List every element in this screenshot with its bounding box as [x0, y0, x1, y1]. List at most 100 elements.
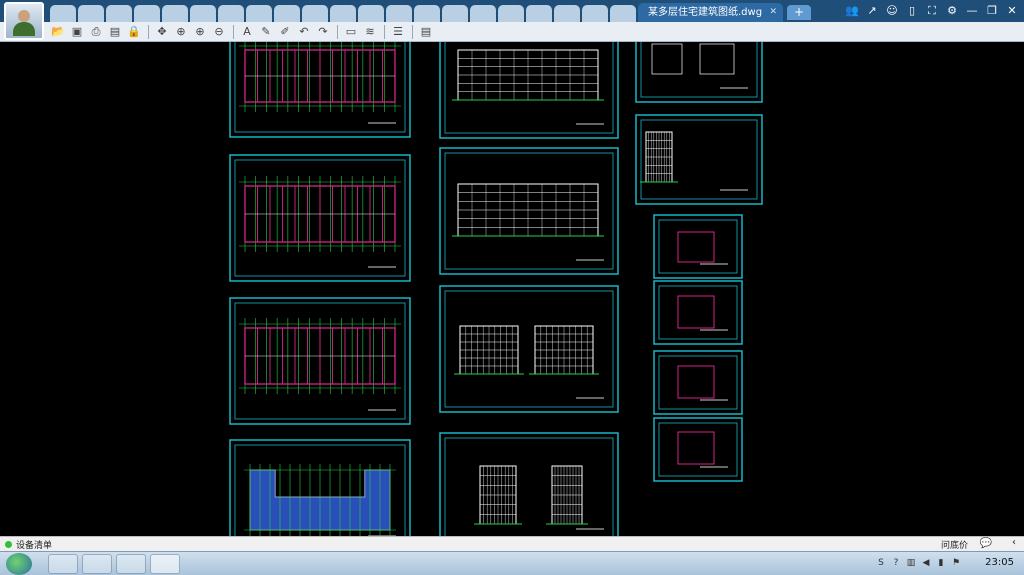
windows-taskbar: S? ▥ ◀ ▮ ⚑ 23:05: [0, 551, 1024, 575]
document-properties-icon[interactable]: ▤: [418, 24, 434, 40]
tab-inactive[interactable]: [498, 5, 524, 22]
sheet-section: [439, 432, 619, 536]
sogou-input-icon[interactable]: S: [875, 556, 887, 570]
text-icon[interactable]: A: [239, 24, 255, 40]
battery-icon[interactable]: ▮: [935, 556, 947, 570]
tab-inactive[interactable]: [134, 5, 160, 22]
sheet-elevation-3: [439, 285, 619, 413]
main-toolbar: 📂 ▣ ⎙ ▤ 🔒 ✥ ⊕ ⊕ ⊖ A ✎ ✐ ↶ ↷ ▭ ≋ ☰ ▤: [0, 22, 1024, 42]
toolbar-separator: [412, 24, 413, 39]
volume-icon[interactable]: ◀: [920, 556, 932, 570]
fullscreen-icon[interactable]: ⛶: [924, 3, 940, 19]
sheet-section-detail: [635, 114, 763, 205]
tab-inactive[interactable]: [386, 5, 412, 22]
measure-icon[interactable]: ▭: [343, 24, 359, 40]
highlighter-icon[interactable]: ✐: [277, 24, 293, 40]
print-icon[interactable]: ⎙: [88, 24, 104, 40]
zoom-in-icon[interactable]: ⊕: [192, 24, 208, 40]
stair-detail-lines: [651, 43, 683, 75]
tab-inactive[interactable]: [610, 5, 636, 22]
redo-icon[interactable]: ↷: [315, 24, 331, 40]
sheet-unit-plan-2: [653, 280, 743, 345]
tab-inactive[interactable]: [470, 5, 496, 22]
toolbar-separator: [337, 24, 338, 39]
status-text[interactable]: 设备清单: [16, 538, 52, 551]
chat-button[interactable]: 💬: [980, 538, 992, 549]
sheet-inner-frame: [640, 42, 758, 98]
toolbar-separator: [148, 24, 149, 39]
unit-plan: [677, 431, 715, 465]
settings-icon[interactable]: ⚙: [944, 3, 960, 19]
tab-bar: 某多层住宅建筑图纸.dwg ✕ + 👥 ↗ ☺ ▯ ⛶ ⚙ — ❐ ✕: [0, 0, 1024, 40]
start-button[interactable]: [6, 553, 32, 575]
window-controls: 👥 ↗ ☺ ▯ ⛶ ⚙ — ❐ ✕: [844, 3, 1020, 19]
network-icon[interactable]: ▥: [905, 556, 917, 570]
tab-inactive[interactable]: [50, 5, 76, 22]
tab-inactive[interactable]: [330, 5, 356, 22]
lock-icon[interactable]: 🔒: [126, 24, 142, 40]
tab-inactive[interactable]: [274, 5, 300, 22]
tab-inactive[interactable]: [190, 5, 216, 22]
undo-icon[interactable]: ↶: [296, 24, 312, 40]
help-icon[interactable]: ?: [890, 556, 902, 570]
taskbar-item-archive[interactable]: [116, 554, 146, 574]
mobile-icon[interactable]: ▯: [904, 3, 920, 19]
chat-icon[interactable]: ☺: [884, 3, 900, 19]
users-icon[interactable]: 👥: [844, 3, 860, 19]
action-center-icon[interactable]: ⚑: [950, 556, 962, 570]
unit-plan: [677, 231, 715, 263]
tab-inactive[interactable]: [162, 5, 188, 22]
unit-plan: [677, 295, 715, 329]
share-icon[interactable]: ↗: [864, 3, 880, 19]
tab-inactive[interactable]: [414, 5, 440, 22]
sheet-unit-plan-1: [653, 214, 743, 279]
dimension-icon[interactable]: ≋: [362, 24, 378, 40]
stair-detail-lines: [699, 43, 735, 75]
sheet-elevation-2: [439, 147, 619, 275]
close-tab-icon[interactable]: ✕: [769, 3, 777, 22]
zoom-out-icon[interactable]: ⊖: [211, 24, 227, 40]
unit-plan: [677, 365, 715, 399]
sheet-inner-frame: [658, 219, 738, 274]
taskbar-item-cad-viewer[interactable]: [150, 554, 180, 574]
user-avatar[interactable]: [4, 2, 44, 40]
tab-inactive[interactable]: [78, 5, 104, 22]
sheet-unit-plan-3: [653, 350, 743, 415]
sheet-stair-detail: [635, 42, 763, 103]
tab-inactive[interactable]: [218, 5, 244, 22]
folder-open-icon[interactable]: 📂: [50, 24, 66, 40]
price-ask-button[interactable]: 问底价: [941, 538, 968, 551]
minimize-icon[interactable]: —: [964, 3, 980, 19]
toolbar-separator: [384, 24, 385, 39]
taskbar-item-media-player[interactable]: [48, 554, 78, 574]
collapse-panel-button[interactable]: ‹: [1012, 537, 1016, 548]
drawing-sheets: [229, 42, 763, 536]
tab-inactive[interactable]: [526, 5, 552, 22]
tab-inactive[interactable]: [554, 5, 580, 22]
tab-active-drawing[interactable]: 某多层住宅建筑图纸.dwg ✕: [638, 3, 783, 22]
restore-icon[interactable]: ❐: [984, 3, 1000, 19]
tab-inactive[interactable]: [442, 5, 468, 22]
pdf-export-icon[interactable]: ▤: [107, 24, 123, 40]
inactive-tabs: [50, 3, 666, 22]
pan-icon[interactable]: ✥: [154, 24, 170, 40]
tab-inactive[interactable]: [246, 5, 272, 22]
close-icon[interactable]: ✕: [1004, 3, 1020, 19]
sheet-inner-frame: [444, 42, 614, 134]
sheet-inner-frame: [658, 355, 738, 410]
taskbar-item-favorites[interactable]: [82, 554, 112, 574]
tab-inactive[interactable]: [358, 5, 384, 22]
clock[interactable]: 23:05: [985, 557, 1014, 568]
drawing-canvas[interactable]: [0, 42, 1024, 536]
save-icon[interactable]: ▣: [69, 24, 85, 40]
tab-inactive[interactable]: [302, 5, 328, 22]
new-tab-button[interactable]: +: [787, 5, 811, 20]
tab-inactive[interactable]: [582, 5, 608, 22]
zoom-window-icon[interactable]: ⊕: [173, 24, 189, 40]
online-status-indicator: [5, 541, 12, 548]
pencil-icon[interactable]: ✎: [258, 24, 274, 40]
layers-icon[interactable]: ☰: [390, 24, 406, 40]
tab-inactive[interactable]: [106, 5, 132, 22]
sheet-inner-frame: [444, 152, 614, 270]
sheet-inner-frame: [444, 437, 614, 536]
